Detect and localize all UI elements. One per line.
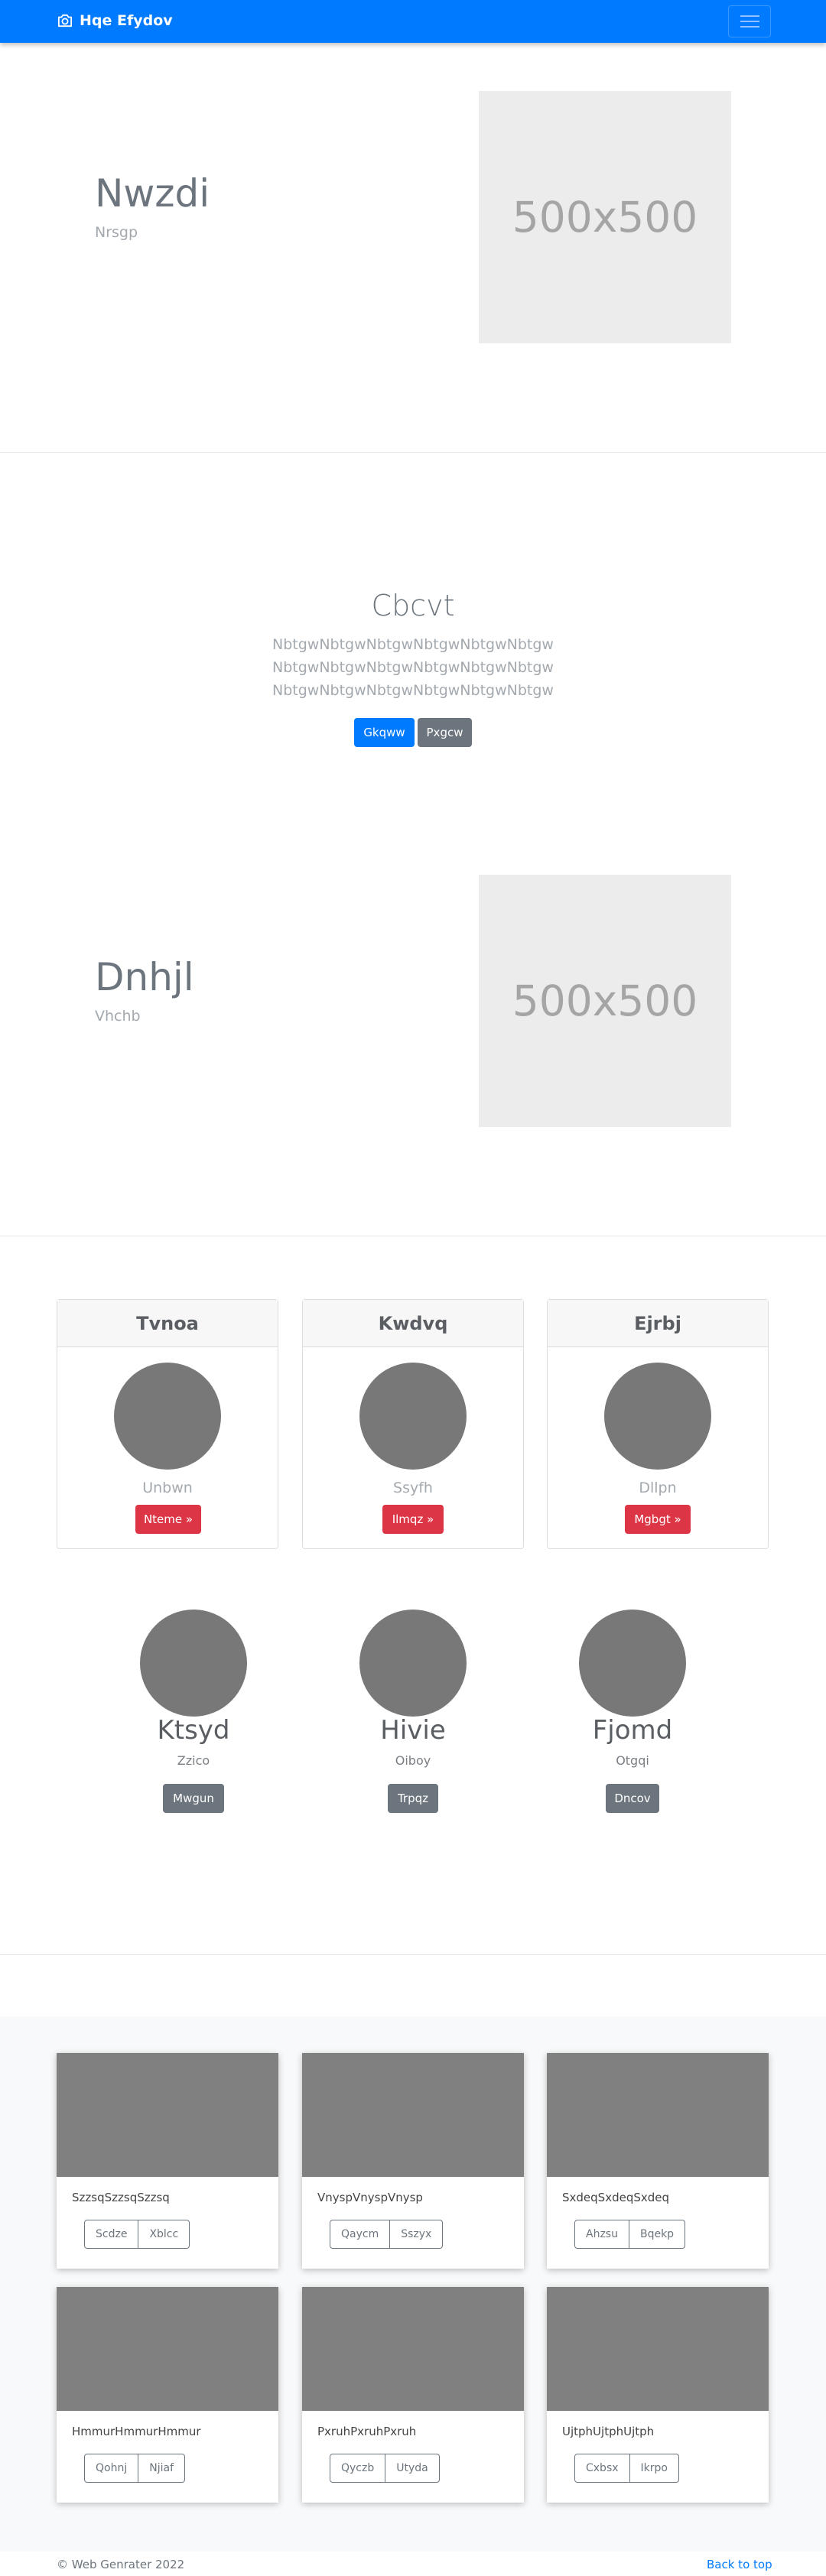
album-button-group: Scdze Xblcc xyxy=(84,2220,190,2249)
card-header: Tvnoa xyxy=(57,1300,278,1347)
album-button[interactable]: Ahzsu xyxy=(574,2220,629,2249)
album-button-group: Qyczb Utyda xyxy=(330,2454,440,2483)
camera-icon xyxy=(58,14,73,28)
album-button[interactable]: Ikrpo xyxy=(629,2454,679,2483)
album-button[interactable]: Utyda xyxy=(385,2454,440,2483)
card-header: Kwdvq xyxy=(303,1300,523,1347)
person-subtitle: Otgqi xyxy=(616,1753,649,1768)
album-card-text: HmmurHmmurHmmur xyxy=(72,2425,201,2438)
album-thumbnail xyxy=(547,2053,769,2177)
jumbotron-text: NbtgwNbtgwNbtgwNbtgwNbtgwNbtgw NbtgwNbtg… xyxy=(0,633,826,702)
person-name: Ktsyd xyxy=(157,1715,230,1746)
album-button[interactable]: Njiaf xyxy=(138,2454,185,2483)
person-button[interactable]: Dncov xyxy=(606,1784,659,1813)
album-button[interactable]: Xblcc xyxy=(138,2220,190,2249)
footer-copyright: © Web Genrater 2022 xyxy=(57,2558,185,2571)
navbar: Hqe Efydov xyxy=(0,0,826,43)
card-avatar xyxy=(359,1363,467,1470)
card-button[interactable]: Ilmqz » xyxy=(382,1505,444,1534)
album-card: SxdeqSxdeqSxdeq Ahzsu Bqekp xyxy=(547,2053,769,2269)
album-card: SzzsqSzzsqSzzsq Scdze Xblcc xyxy=(57,2053,278,2269)
album-card-text: SxdeqSxdeqSxdeq xyxy=(562,2191,670,2204)
album-card-text: PxruhPxruhPxruh xyxy=(317,2425,417,2438)
jumbotron-secondary-button[interactable]: Pxgcw xyxy=(418,718,472,747)
album-card: VnyspVnyspVnysp Qaycm Sszyx xyxy=(302,2053,524,2269)
album-thumbnail xyxy=(57,2287,278,2411)
card-button[interactable]: Nteme » xyxy=(135,1505,201,1534)
album-button[interactable]: Qohnj xyxy=(84,2454,139,2483)
jumbotron-line: NbtgwNbtgwNbtgwNbtgwNbtgwNbtgw xyxy=(272,659,554,676)
person-avatar xyxy=(579,1610,686,1717)
album-card-text: VnyspVnyspVnysp xyxy=(317,2191,423,2204)
jumbotron-line: NbtgwNbtgwNbtgwNbtgwNbtgwNbtgw xyxy=(272,636,554,653)
navbar-brand[interactable]: Hqe Efydov xyxy=(57,12,173,29)
album-card: PxruhPxruhPxruh Qyczb Utyda xyxy=(302,2287,524,2503)
album-button[interactable]: Scdze xyxy=(84,2220,139,2249)
card-subtitle: Dllpn xyxy=(639,1480,677,1496)
divider xyxy=(0,452,826,453)
hero1-title: Nwzdi xyxy=(95,171,210,216)
back-to-top-link[interactable]: Back to top xyxy=(707,2558,772,2571)
album-card: UjtphUjtphUjtph Cxbsx Ikrpo xyxy=(547,2287,769,2503)
album-button[interactable]: Sszyx xyxy=(390,2220,444,2249)
person-name: Hivie xyxy=(380,1715,446,1746)
person-subtitle: Oiboy xyxy=(395,1753,431,1768)
album-button-group: Ahzsu Bqekp xyxy=(574,2220,686,2249)
album-button-group: Cxbsx Ikrpo xyxy=(574,2454,679,2483)
album-button-group: Qohnj Njiaf xyxy=(84,2454,185,2483)
person-button[interactable]: Trpqz xyxy=(388,1784,438,1813)
jumbotron-line: NbtgwNbtgwNbtgwNbtgwNbtgwNbtgw xyxy=(272,682,554,699)
hero1-image-placeholder: 500x500 xyxy=(479,91,731,343)
card: Kwdvq Ssyfh Ilmqz » xyxy=(302,1299,524,1549)
brand-label: Hqe Efydov xyxy=(80,12,173,29)
person-avatar xyxy=(359,1610,467,1717)
card-subtitle: Ssyfh xyxy=(393,1480,433,1496)
album-thumbnail xyxy=(547,2287,769,2411)
album-button[interactable]: Cxbsx xyxy=(574,2454,630,2483)
album-card-text: UjtphUjtphUjtph xyxy=(562,2425,655,2438)
card-subtitle: Unbwn xyxy=(142,1480,193,1496)
album-card: HmmurHmmurHmmur Qohnj Njiaf xyxy=(57,2287,278,2503)
card-avatar xyxy=(604,1363,711,1470)
hero2-title: Dnhjl xyxy=(95,955,194,999)
album-button-group: Qaycm Sszyx xyxy=(330,2220,444,2249)
album-button[interactable]: Bqekp xyxy=(629,2220,686,2249)
card: Tvnoa Unbwn Nteme » xyxy=(57,1299,278,1549)
album-button[interactable]: Qaycm xyxy=(330,2220,391,2249)
card: Ejrbj Dllpn Mgbgt » xyxy=(547,1299,769,1549)
hero2-subtitle: Vhchb xyxy=(95,1008,141,1025)
album-button[interactable]: Qyczb xyxy=(330,2454,386,2483)
hero2-image-placeholder: 500x500 xyxy=(479,875,731,1127)
card-header: Ejrbj xyxy=(548,1300,768,1347)
divider xyxy=(0,1954,826,1955)
album-thumbnail xyxy=(302,2053,524,2177)
hero1-subtitle: Nrsgp xyxy=(95,224,138,241)
card-button[interactable]: Mgbgt » xyxy=(625,1505,691,1534)
person-name: Fjomd xyxy=(592,1715,673,1746)
person-button[interactable]: Mwgun xyxy=(163,1784,224,1813)
album-thumbnail xyxy=(302,2287,524,2411)
navbar-toggler[interactable] xyxy=(728,5,771,37)
jumbotron-primary-button[interactable]: Gkqww xyxy=(354,718,415,747)
jumbotron-title: Cbcvt xyxy=(371,589,455,622)
person-avatar xyxy=(140,1610,247,1717)
album-thumbnail xyxy=(57,2053,278,2177)
person-subtitle: Zzico xyxy=(177,1753,210,1768)
card-avatar xyxy=(114,1363,221,1470)
album-card-text: SzzsqSzzsqSzzsq xyxy=(72,2191,170,2204)
